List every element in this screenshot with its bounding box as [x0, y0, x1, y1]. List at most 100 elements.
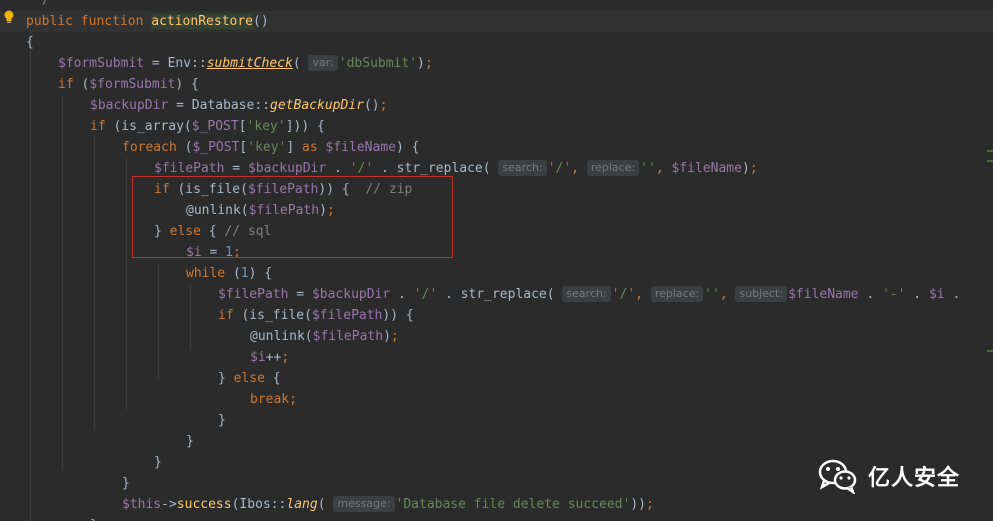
code-line[interactable]: @unlink($filePath); [250, 326, 399, 347]
code-token: ( [292, 56, 309, 71]
code-token: 'key' [247, 140, 287, 155]
code-line[interactable]: */ [34, 0, 50, 11]
code-line[interactable]: $filePath = $backupDir . '/' . str_repla… [218, 284, 960, 305]
code-token: actionRestore [151, 14, 253, 29]
code-token: } [154, 455, 162, 470]
code-line[interactable]: public function actionRestore() [0, 11, 993, 32]
code-token: ++ [265, 350, 282, 365]
code-token: ; [281, 350, 290, 365]
code-token: public [26, 14, 73, 29]
code-token: ] [286, 140, 303, 155]
code-token: ; [289, 392, 297, 407]
code-token: 'dbSubmit' [338, 56, 418, 71]
code-token: } [186, 434, 194, 449]
code-token: foreach [122, 140, 177, 155]
code-token: $_POST [192, 140, 240, 155]
code-token: $filePath [154, 161, 225, 176]
indent-guide [126, 158, 127, 410]
code-token: } [218, 413, 226, 428]
code-token: 'Database file delete succeed' [395, 497, 631, 512]
code-token: function [80, 14, 144, 29]
code-line[interactable]: $i++; [250, 347, 289, 368]
code-token: () [253, 14, 269, 29]
code-token: $backupDir [311, 287, 391, 302]
code-token: { [264, 371, 281, 386]
code-token: = [224, 161, 248, 176]
code-token: $_POST [191, 119, 239, 134]
code-token: $filePath [312, 329, 384, 344]
code-line[interactable]: $backupDir = Database::getBackupDir(); [90, 95, 387, 116]
lightbulb-icon[interactable] [3, 10, 15, 24]
code-token: ])) { [285, 119, 325, 134]
indent-guide [158, 263, 159, 380]
code-line[interactable]: $formSubmit = Env::submitCheck( var:'dbS… [58, 53, 433, 74]
code-line[interactable]: { [26, 32, 34, 53]
code-line[interactable]: if ($formSubmit) { [58, 74, 199, 95]
code-line[interactable]: if (is_file($filePath)) { [218, 305, 414, 326]
code-token: . [944, 287, 961, 302]
change-marker [987, 350, 993, 352]
code-token: -> [161, 497, 177, 512]
code-line[interactable]: while (1) { [186, 263, 272, 284]
code-token: else [233, 371, 265, 386]
code-token: 'key' [246, 119, 286, 134]
code-token: break [250, 392, 290, 407]
code-token: ) [417, 56, 425, 71]
code-token: ; [645, 497, 654, 512]
code-token: )) [630, 497, 646, 512]
code-token: if [218, 308, 234, 323]
code-token: , [635, 287, 651, 302]
code-token: ) { [175, 77, 199, 92]
code-token: $backupDir [90, 98, 169, 113]
code-token: ; [749, 161, 758, 176]
code-line[interactable]: foreach ($_POST['key'] as $fileName) { [122, 137, 419, 158]
code-token: . str_replace( [373, 161, 499, 176]
code-token: '/' [413, 287, 438, 302]
code-token: ( [317, 497, 334, 512]
code-line[interactable]: $this->success(Ibos::lang( message: 'Data… [122, 494, 654, 515]
code-token: $filePath [311, 308, 383, 323]
indent-guide [94, 137, 95, 430]
code-token: getBackupDir [270, 98, 364, 113]
code-token: { [26, 35, 34, 50]
code-editor[interactable]: */public function actionRestore(){$formS… [0, 0, 993, 521]
code-token: . [858, 287, 882, 302]
code-token: (Ibos:: [231, 497, 287, 512]
code-token: ) { [248, 266, 273, 281]
code-token: , [655, 161, 672, 176]
editor-gutter [0, 0, 18, 521]
change-marker [987, 160, 993, 162]
code-line[interactable]: if (is_array($_POST['key'])) { [90, 116, 325, 137]
code-token: @unlink( [250, 329, 313, 344]
code-token: ( [73, 77, 90, 92]
code-token: $backupDir [247, 161, 327, 176]
code-token: [ [238, 119, 247, 134]
code-token: } [218, 371, 234, 386]
code-token: = Env:: [144, 56, 207, 71]
code-token: , [719, 287, 736, 302]
code-token: $fileName [671, 161, 742, 176]
code-token: '/' [349, 161, 374, 176]
code-line[interactable]: } [218, 410, 226, 431]
code-line[interactable]: } [186, 431, 194, 452]
code-token: $formSubmit [89, 77, 176, 92]
code-token: 1 [240, 266, 249, 281]
code-token: . [905, 287, 929, 302]
code-token: (is_file( [233, 308, 312, 323]
code-line[interactable]: } else { [218, 368, 281, 389]
code-token: $fileName [325, 140, 396, 155]
code-token: $i [250, 350, 266, 365]
code-token: '' [704, 287, 720, 302]
code-token: if [90, 119, 106, 134]
code-token: $this [122, 497, 162, 512]
code-line[interactable]: } [154, 452, 162, 473]
code-line[interactable]: } [90, 515, 98, 521]
param-hint: search: [562, 286, 611, 302]
code-token: '/' [611, 287, 636, 302]
code-token: $fileName [788, 287, 859, 302]
code-token: ( [176, 140, 193, 155]
code-line[interactable]: } [122, 473, 130, 494]
code-line[interactable]: break; [250, 389, 297, 410]
highlight-box [132, 176, 453, 258]
